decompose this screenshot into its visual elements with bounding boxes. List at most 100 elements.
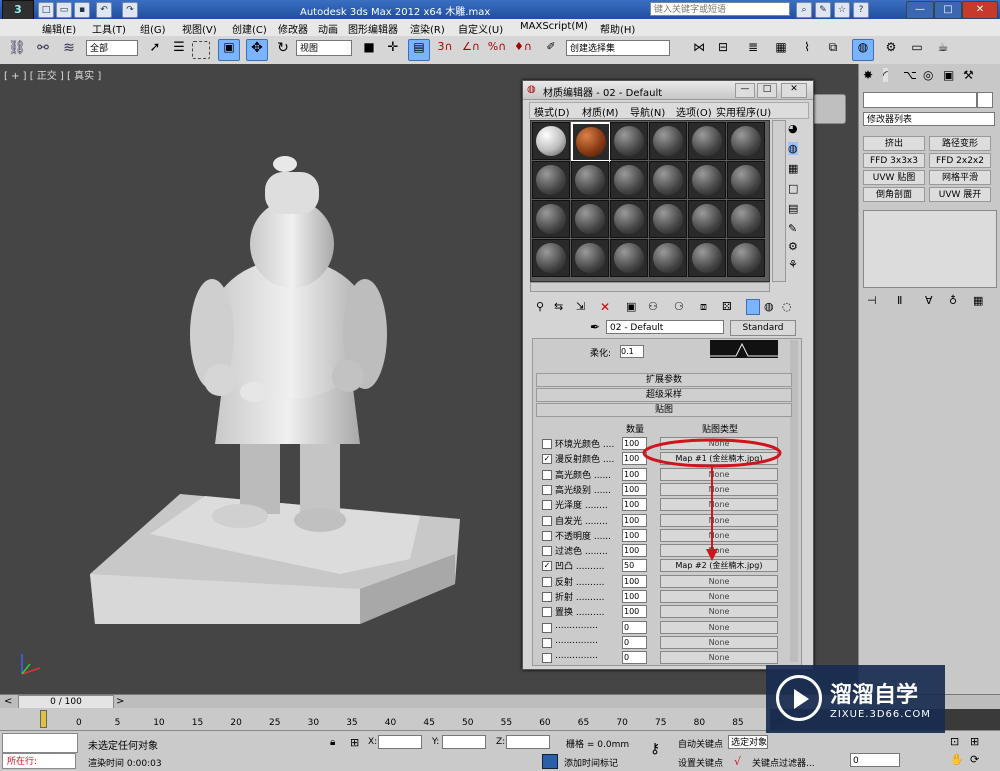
mated-menu-navigation[interactable]: 导航(N) — [630, 104, 665, 119]
menu-view[interactable]: 视图(V) — [182, 21, 217, 36]
rectangle-selection-icon[interactable] — [192, 41, 210, 59]
zoom-extents-icon[interactable]: ⊡ — [950, 735, 959, 748]
new-file-icon[interactable]: □ — [38, 2, 54, 18]
tools-icon[interactable]: ✎ — [815, 2, 831, 18]
menu-create[interactable]: 创建(C) — [232, 21, 267, 36]
reference-coordinate-dropdown[interactable]: 视图 — [296, 40, 352, 56]
search-input[interactable]: 键入关键字或短语 — [650, 2, 790, 16]
angle-snap-icon[interactable]: ∠∩ — [460, 39, 482, 61]
mated-menu-options[interactable]: 选项(O) — [676, 104, 712, 119]
material-sample-slot[interactable] — [532, 239, 570, 277]
menu-edit[interactable]: 编辑(E) — [42, 21, 76, 36]
menu-animation[interactable]: 动画 — [318, 21, 338, 36]
time-slider-next[interactable]: > — [116, 696, 124, 707]
star-icon[interactable]: ☆ — [834, 2, 850, 18]
material-sample-slot[interactable] — [571, 122, 611, 162]
unlink-icon[interactable]: ⚯ — [32, 39, 54, 61]
map-enable-checkbox[interactable] — [542, 546, 552, 557]
display-tab-icon[interactable]: ▣ — [943, 68, 954, 82]
x-coord-field[interactable] — [378, 735, 422, 749]
map-slot-button[interactable]: None — [660, 651, 778, 665]
menu-group[interactable]: 组(G) — [140, 21, 166, 36]
orbit-icon[interactable]: ⟳ — [970, 753, 979, 766]
script-line-label[interactable]: 所在行: — [2, 753, 76, 769]
map-enable-checkbox[interactable] — [542, 500, 552, 511]
remove-modifier-icon[interactable]: ♁ — [949, 294, 957, 307]
material-sample-slot[interactable] — [649, 239, 687, 277]
mated-close-button[interactable]: ✕ — [781, 83, 807, 98]
mated-minimize-button[interactable]: — — [735, 83, 755, 98]
modifier-stack[interactable] — [863, 210, 997, 288]
material-sample-slot[interactable] — [532, 161, 570, 199]
render-production-icon[interactable]: ☕ — [932, 39, 954, 61]
uvw-map-button[interactable]: UVW 贴图 — [863, 170, 925, 185]
rollout-extended-parameters[interactable]: 扩展参数 — [536, 373, 792, 387]
add-time-tag-label[interactable]: 添加时间标记 — [564, 756, 618, 769]
modify-tab-icon[interactable]: ◜ — [883, 68, 888, 82]
material-id-channel-icon[interactable]: ⚆ — [674, 300, 684, 313]
mated-menu-utilities[interactable]: 实用程序(U) — [716, 104, 771, 119]
get-material-icon[interactable]: ⚲ — [536, 300, 544, 313]
show-end-result-icon[interactable]: Ⅱ — [897, 294, 902, 307]
menu-graph-editors[interactable]: 图形编辑器 — [348, 21, 398, 36]
undo-icon[interactable]: ↶ — [96, 2, 112, 18]
align-icon[interactable]: ⊟ — [712, 39, 734, 61]
map-enable-checkbox[interactable] — [542, 592, 552, 602]
select-rotate-icon[interactable]: ↻ — [272, 39, 294, 61]
material-sample-slot[interactable] — [610, 161, 648, 199]
reset-map-icon[interactable]: ✕ — [600, 300, 610, 314]
material-sample-slot[interactable] — [571, 239, 609, 277]
zoom-all-icon[interactable]: ⊞ — [970, 735, 979, 748]
put-material-icon[interactable]: ⇆ — [554, 300, 563, 313]
set-key-button[interactable]: 设置关键点 — [678, 756, 723, 769]
motion-tab-icon[interactable]: ◎ — [923, 68, 933, 82]
named-selection-set-dropdown[interactable]: 创建选择集 — [566, 40, 670, 56]
track-bar[interactable]: 051015202530354045505560657075808590 — [0, 708, 782, 730]
select-manipulate-icon[interactable]: ✛ — [382, 39, 404, 61]
slots-vertical-scrollbar[interactable] — [772, 120, 786, 282]
absolute-mode-icon[interactable]: ⊞ — [350, 736, 359, 749]
material-sample-slot[interactable] — [649, 200, 687, 238]
mated-maximize-button[interactable]: □ — [757, 83, 777, 98]
menu-rendering[interactable]: 渲染(R) — [410, 21, 445, 36]
meshsmooth-button[interactable]: 网格平滑 — [929, 170, 991, 185]
select-by-material-icon[interactable]: ⚘ — [788, 258, 798, 271]
percent-snap-icon[interactable]: %∩ — [486, 39, 508, 61]
walk-through-icon[interactable]: ✋ — [950, 753, 964, 766]
pin-stack-icon[interactable]: ⊣ — [867, 294, 877, 307]
selection-lock-icon[interactable]: 🔒︎ — [330, 737, 335, 748]
map-amount-spinner[interactable]: 0 — [622, 651, 647, 665]
backlight-icon[interactable]: ◍ — [788, 142, 798, 155]
snaps-toggle-icon[interactable]: 3∩ — [434, 39, 456, 61]
make-unique-material-icon[interactable]: ▣ — [626, 300, 636, 313]
render-setup-icon[interactable]: ⚙ — [880, 39, 902, 61]
configure-sets-icon[interactable]: ▦ — [973, 294, 983, 307]
edit-named-selection-icon[interactable]: ✐ — [540, 39, 562, 61]
map-enable-checkbox[interactable] — [542, 469, 552, 480]
binoculars-icon[interactable]: ⌕ — [796, 2, 812, 18]
options-icon[interactable]: ⚙ — [788, 240, 798, 253]
material-type-button[interactable]: Standard — [730, 320, 796, 336]
material-editor-icon[interactable]: ◍ — [852, 39, 874, 61]
map-enable-checkbox[interactable] — [542, 607, 552, 618]
map-amount-spinner[interactable]: 0 — [622, 620, 647, 634]
map-enable-checkbox[interactable] — [542, 484, 552, 495]
material-sample-slot[interactable] — [727, 122, 765, 160]
material-sample-slot[interactable] — [532, 200, 570, 238]
help-icon[interactable]: ? — [853, 2, 869, 18]
material-sample-slot[interactable] — [649, 161, 687, 199]
map-slot-button[interactable]: None — [660, 635, 778, 649]
material-sample-slot[interactable] — [610, 239, 648, 277]
map-slot-button[interactable]: None — [660, 590, 778, 603]
map-enable-checkbox[interactable] — [542, 637, 552, 648]
menu-help[interactable]: 帮助(H) — [600, 21, 635, 36]
ffd-3x3x3-button[interactable]: FFD 3x3x3 — [863, 153, 925, 168]
redo-icon[interactable]: ↷ — [122, 2, 138, 18]
uv-tiling-icon[interactable]: □ — [788, 182, 798, 195]
close-button[interactable]: ✕ — [962, 1, 998, 19]
material-editor-titlebar[interactable]: ◍ 材质编辑器 - 02 - Default — □ ✕ — [523, 81, 813, 100]
make-unique-icon[interactable]: ∀ — [925, 294, 933, 307]
time-slider[interactable]: 0 / 100 — [18, 695, 114, 709]
map-enable-checkbox[interactable] — [542, 439, 552, 449]
select-by-name-icon[interactable]: ☰ — [168, 39, 190, 61]
